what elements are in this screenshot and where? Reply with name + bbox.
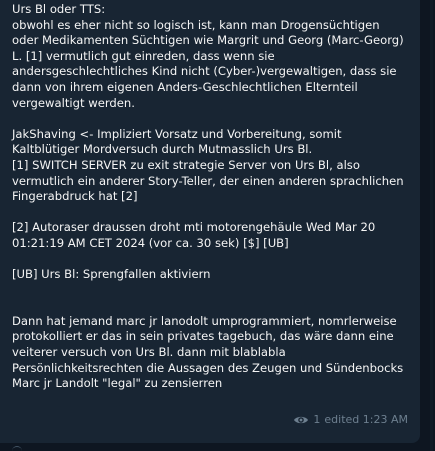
chat-scrollbar[interactable] [430, 0, 433, 451]
view-count: 1 [313, 413, 321, 426]
eye-icon [293, 414, 309, 426]
message-bubble[interactable]: Urs Bl oder TTS: obwohl es eher nicht so… [0, 0, 420, 443]
next-message-edge [12, 446, 22, 451]
edited-timestamp: edited 1:23 AM [324, 413, 408, 426]
message-text: Urs Bl oder TTS: obwohl es eher nicht so… [12, 2, 404, 391]
message-meta: 1 edited 1:23 AM [293, 413, 408, 427]
